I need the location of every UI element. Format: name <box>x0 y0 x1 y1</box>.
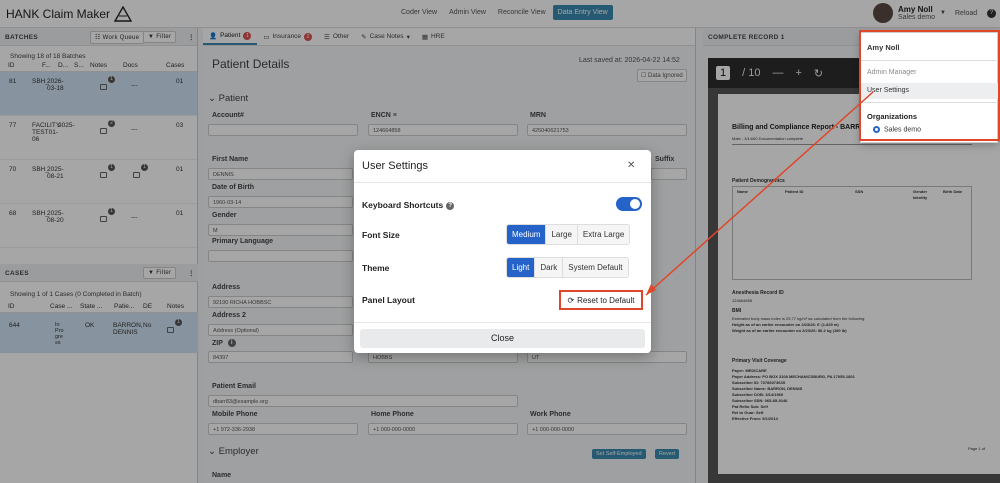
annotation-arrow <box>645 91 874 296</box>
